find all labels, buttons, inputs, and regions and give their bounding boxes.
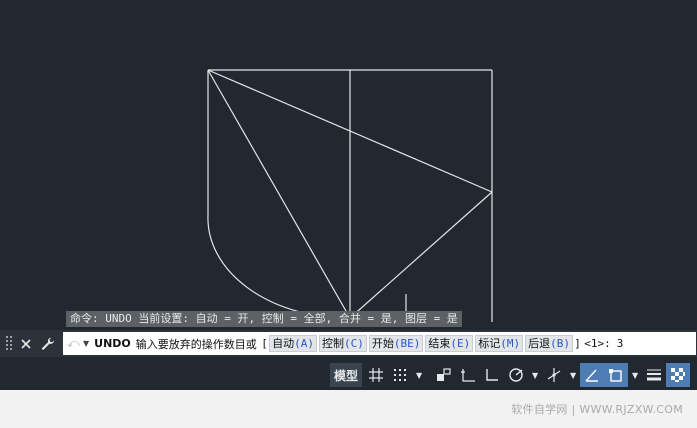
line-diagonal-left xyxy=(207,69,351,319)
close-icon[interactable] xyxy=(15,330,37,357)
osnap-chevron-down-icon[interactable]: ▼ xyxy=(628,363,642,387)
recent-commands-icon[interactable]: ⤺ xyxy=(67,336,83,351)
command-bar: ⤺ ▼ UNDO 输入要放弃的操作数目或 [ 自动(A) 控制(C) 开始(BE… xyxy=(0,330,697,357)
line-diagonal-bottom xyxy=(349,191,493,319)
command-name: UNDO xyxy=(94,337,131,350)
ortho-mode-icon[interactable] xyxy=(480,363,504,387)
lineweight-icon[interactable] xyxy=(642,363,666,387)
wrench-icon[interactable] xyxy=(37,330,59,357)
isometric-drafting-icon[interactable] xyxy=(542,363,566,387)
command-input-line[interactable]: ⤺ ▼ UNDO 输入要放弃的操作数目或 [ 自动(A) 控制(C) 开始(BE… xyxy=(63,332,696,355)
option-close-bracket: ] xyxy=(574,337,580,350)
status-bar: 模型 ▼ ▼ ▼ ▼ xyxy=(0,360,697,390)
option-back[interactable]: 后退(B) xyxy=(525,335,573,352)
object-snap-icon[interactable] xyxy=(604,363,629,387)
default-value: <1>: xyxy=(584,337,611,350)
snap-mode-icon[interactable] xyxy=(388,363,412,387)
polar-tracking-icon[interactable] xyxy=(504,363,528,387)
grip-handle-icon[interactable] xyxy=(3,330,15,357)
object-snap-tracking-icon[interactable] xyxy=(580,363,605,387)
option-control[interactable]: 控制(C) xyxy=(318,335,367,352)
grid-display-icon[interactable] xyxy=(364,363,388,387)
option-end[interactable]: 结束(E) xyxy=(425,335,474,352)
chevron-down-icon[interactable]: ▼ xyxy=(83,339,89,348)
option-open-bracket: [ xyxy=(262,337,268,350)
watermark-text: 软件自学网 | WWW.RJZXW.COM xyxy=(511,403,683,416)
iso-chevron-down-icon[interactable]: ▼ xyxy=(566,363,580,387)
option-auto[interactable]: 自动(A) xyxy=(269,335,317,352)
option-begin[interactable]: 开始(BE) xyxy=(368,335,424,352)
polar-chevron-down-icon[interactable]: ▼ xyxy=(528,363,542,387)
typed-input-value[interactable]: 3 xyxy=(617,337,624,350)
dynamic-input-icon[interactable] xyxy=(432,363,456,387)
arc-left xyxy=(207,214,351,319)
infer-constraints-icon[interactable] xyxy=(456,363,480,387)
transparency-icon[interactable] xyxy=(666,363,691,387)
command-history-line: 命令: UNDO 当前设置: 自动 = 开, 控制 = 全部, 合并 = 是, … xyxy=(66,311,462,327)
snap-chevron-down-icon[interactable]: ▼ xyxy=(412,363,426,387)
command-prompt: 输入要放弃的操作数目或 xyxy=(135,337,257,351)
option-mark[interactable]: 标记(M) xyxy=(475,335,524,352)
model-space-button[interactable]: 模型 xyxy=(330,363,363,387)
